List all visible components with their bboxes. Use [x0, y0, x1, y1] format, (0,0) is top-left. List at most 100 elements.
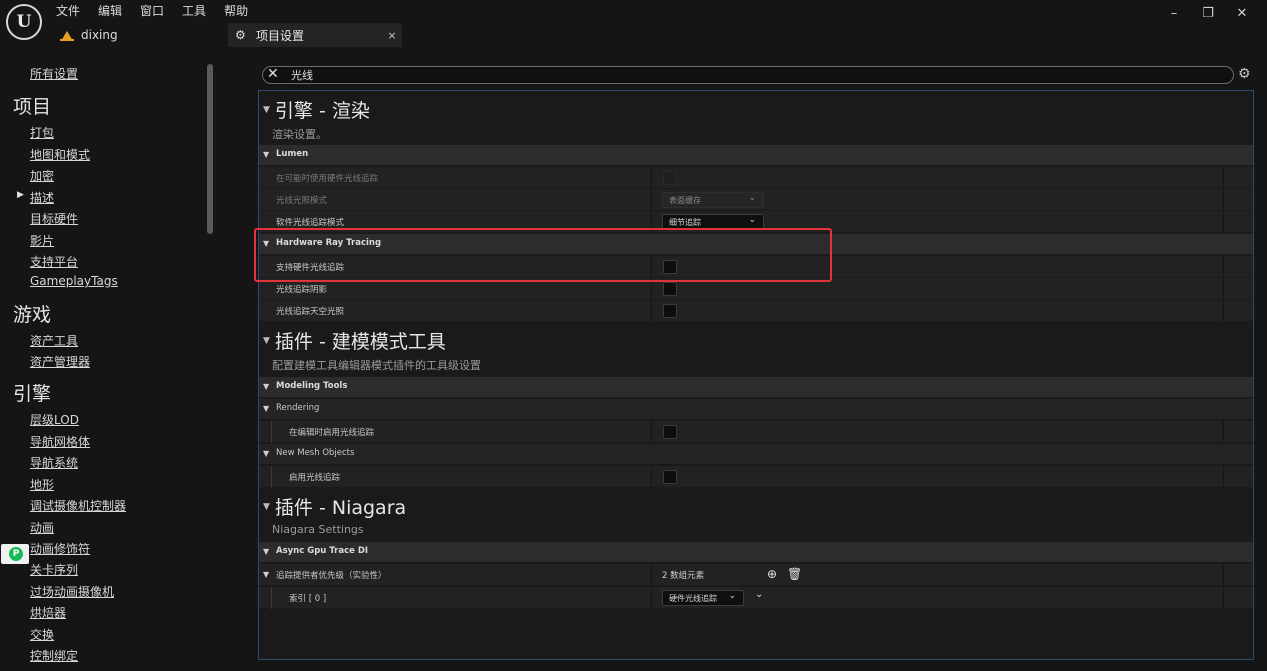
nav-item-target-hardware[interactable]: 目标硬件 — [30, 210, 78, 227]
collapse-triangle-icon[interactable]: ▼ — [263, 570, 269, 579]
group-lumen[interactable]: ▼ Lumen — [259, 144, 1253, 165]
prop-label: 在编辑时启用光线追踪 — [289, 428, 375, 438]
nav-section-game: 游戏 — [13, 304, 52, 326]
highlight-annotation — [254, 228, 832, 282]
menu-file[interactable]: 文件 — [56, 2, 88, 19]
nav-all-settings[interactable]: 所有设置 — [30, 65, 78, 82]
category-title: 插件 - 建模模式工具 — [274, 331, 446, 353]
window-controls: – ❐ ✕ — [1157, 4, 1259, 24]
category-desc: 渲染设置。 — [272, 128, 327, 141]
nav-item-supported-platforms[interactable]: 支持平台 — [30, 253, 78, 270]
clear-search-icon[interactable]: ✕ — [267, 66, 279, 82]
category-modeling-tools[interactable]: ▼ 插件 - 建模模式工具 — [263, 327, 446, 354]
nav-item-navmesh[interactable]: 导航网格体 — [30, 433, 90, 450]
tab-label: 项目设置 — [256, 28, 305, 43]
prop-trace-provider-priority: ▼ 追踪提供者优先级（实验性） 2 数组元素 ⊕ 🗑 — [259, 563, 1253, 586]
search-input[interactable] — [291, 67, 1191, 83]
assistant-icon: P — [9, 547, 23, 561]
prop-rt-lighting-mode: 光线光照模式 表面缓存 ⌄ — [259, 188, 1253, 211]
nav-item-asset-tools[interactable]: 资产工具 — [30, 332, 78, 349]
prop-hw-rt-when-possible: 在可能时使用硬件光线追踪 — [259, 166, 1253, 189]
nav-section-project: 项目 — [13, 96, 52, 118]
prop-label: 光线追踪天空光照 — [276, 307, 345, 317]
prop-label: 追踪提供者优先级（实验性） — [276, 571, 387, 581]
subgroup-new-mesh-objects[interactable]: ▼ New Mesh Objects — [259, 443, 1253, 464]
tab-project-settings[interactable]: ⚙ 项目设置 × — [228, 23, 402, 47]
project-name: dixing — [81, 28, 118, 42]
chevron-down-icon: ⌄ — [728, 591, 736, 601]
index0-dropdown[interactable]: 硬件光线追踪 ⌄ — [662, 590, 744, 606]
group-async-gpu-trace[interactable]: ▼ Async Gpu Trace DI — [259, 541, 1253, 562]
category-niagara[interactable]: ▼ 插件 - Niagara — [263, 493, 406, 520]
nav-item-asset-manager[interactable]: 资产管理器 — [30, 353, 90, 370]
nav-item-control-rig[interactable]: 控制绑定 — [30, 647, 78, 664]
menu-bar: 文件 编辑 窗口 工具 帮助 — [56, 2, 266, 19]
chevron-down-icon: ⌄ — [748, 215, 756, 225]
nav-item-movies[interactable]: 影片 — [30, 232, 54, 249]
prop-rt-skylight: 光线追踪天空光照 — [259, 299, 1253, 322]
prop-label: 光线光照模式 — [276, 196, 328, 206]
category-engine-rendering[interactable]: ▼ 引擎 - 渲染 — [263, 96, 370, 123]
delete-icon[interactable]: 🗑 — [787, 567, 802, 581]
nav-item-debug-camera[interactable]: 调试摄像机控制器 — [30, 497, 126, 514]
nav-item-crypto[interactable]: 加密 — [30, 167, 54, 184]
unreal-logo[interactable]: U — [6, 4, 42, 40]
category-desc: 配置建模工具编辑器模式插件的工具级设置 — [272, 359, 481, 372]
group-modeling-tools[interactable]: ▼ Modeling Tools — [259, 376, 1253, 397]
floating-assistant-widget[interactable]: P — [1, 544, 29, 564]
nav-item-hlod[interactable]: 层级LOD — [30, 411, 79, 428]
group-label: Lumen — [276, 149, 309, 159]
nav-item-anim-modifiers[interactable]: 动画修饰符 — [30, 540, 90, 557]
subgroup-rendering[interactable]: ▼ Rendering — [259, 398, 1253, 419]
title-bar: U 文件 编辑 窗口 工具 帮助 dixing ⚙ 项目设置 × – ❐ ✕ — [0, 0, 1267, 52]
close-button[interactable]: ✕ — [1225, 4, 1259, 24]
group-label: Modeling Tools — [276, 381, 348, 391]
expand-arrow-icon[interactable]: ▶ — [17, 190, 24, 200]
hw-rt-when-possible-checkbox[interactable] — [663, 171, 677, 185]
minimize-button[interactable]: – — [1157, 4, 1191, 24]
rt-shadows-checkbox[interactable] — [663, 282, 677, 296]
menu-tools[interactable]: 工具 — [182, 2, 214, 19]
category-title: 引擎 - 渲染 — [274, 100, 370, 122]
nav-item-nav-system[interactable]: 导航系统 — [30, 454, 78, 471]
prop-label: 软件光线追踪模式 — [276, 218, 345, 228]
project-indicator[interactable]: dixing — [60, 28, 118, 42]
nav-item-level-sequence[interactable]: 关卡序列 — [30, 561, 78, 578]
nav-item-description[interactable]: 描述 — [30, 189, 54, 206]
nav-item-animation[interactable]: 动画 — [30, 519, 54, 536]
collapse-triangle-icon: ▼ — [263, 382, 270, 391]
settings-nav: 所有设置 项目 打包 地图和模式 加密 ▶ 描述 目标硬件 影片 支持平台 Ga… — [0, 52, 236, 671]
tab-close-icon[interactable]: × — [382, 29, 402, 42]
nav-item-gameplay-tags[interactable]: GameplayTags — [30, 274, 118, 288]
nav-item-maps-modes[interactable]: 地图和模式 — [30, 146, 90, 163]
add-element-icon[interactable]: ⊕ — [765, 567, 779, 581]
category-desc: Niagara Settings — [272, 523, 364, 536]
chevron-down-icon[interactable]: ⌄ — [755, 589, 763, 600]
nav-scrollbar[interactable] — [207, 64, 213, 234]
project-icon — [60, 29, 74, 41]
prop-label: 索引 [ 0 ] — [289, 594, 327, 604]
group-label: New Mesh Objects — [276, 448, 355, 458]
prop-label: 光线追踪阴影 — [276, 285, 328, 295]
nav-section-engine: 引擎 — [13, 383, 52, 405]
array-count: 2 数组元素 — [662, 571, 705, 581]
collapse-triangle-icon: ▼ — [263, 404, 270, 413]
gear-icon[interactable]: ⚙ — [1238, 66, 1251, 82]
enable-rt-in-editor-checkbox[interactable] — [663, 425, 677, 439]
prop-label: 在可能时使用硬件光线追踪 — [276, 174, 379, 184]
nav-item-cooker[interactable]: 烘焙器 — [30, 604, 66, 621]
nav-item-landscape[interactable]: 地形 — [30, 476, 54, 493]
menu-help[interactable]: 帮助 — [224, 2, 256, 19]
menu-edit[interactable]: 编辑 — [98, 2, 130, 19]
collapse-triangle-icon: ▼ — [263, 449, 270, 458]
rt-skylight-checkbox[interactable] — [663, 304, 677, 318]
rt-lighting-mode-dropdown[interactable]: 表面缓存 ⌄ — [662, 192, 764, 208]
prop-index-0: 索引 [ 0 ] 硬件光线追踪 ⌄ ⌄ — [259, 586, 1253, 609]
menu-window[interactable]: 窗口 — [140, 2, 172, 19]
nav-item-packaging[interactable]: 打包 — [30, 124, 54, 141]
nav-item-interchange[interactable]: 交换 — [30, 626, 54, 643]
restore-button[interactable]: ❐ — [1191, 4, 1225, 24]
group-label: Rendering — [276, 403, 320, 413]
enable-rt-checkbox[interactable] — [663, 470, 677, 484]
nav-item-cine-camera[interactable]: 过场动画摄像机 — [30, 583, 114, 600]
